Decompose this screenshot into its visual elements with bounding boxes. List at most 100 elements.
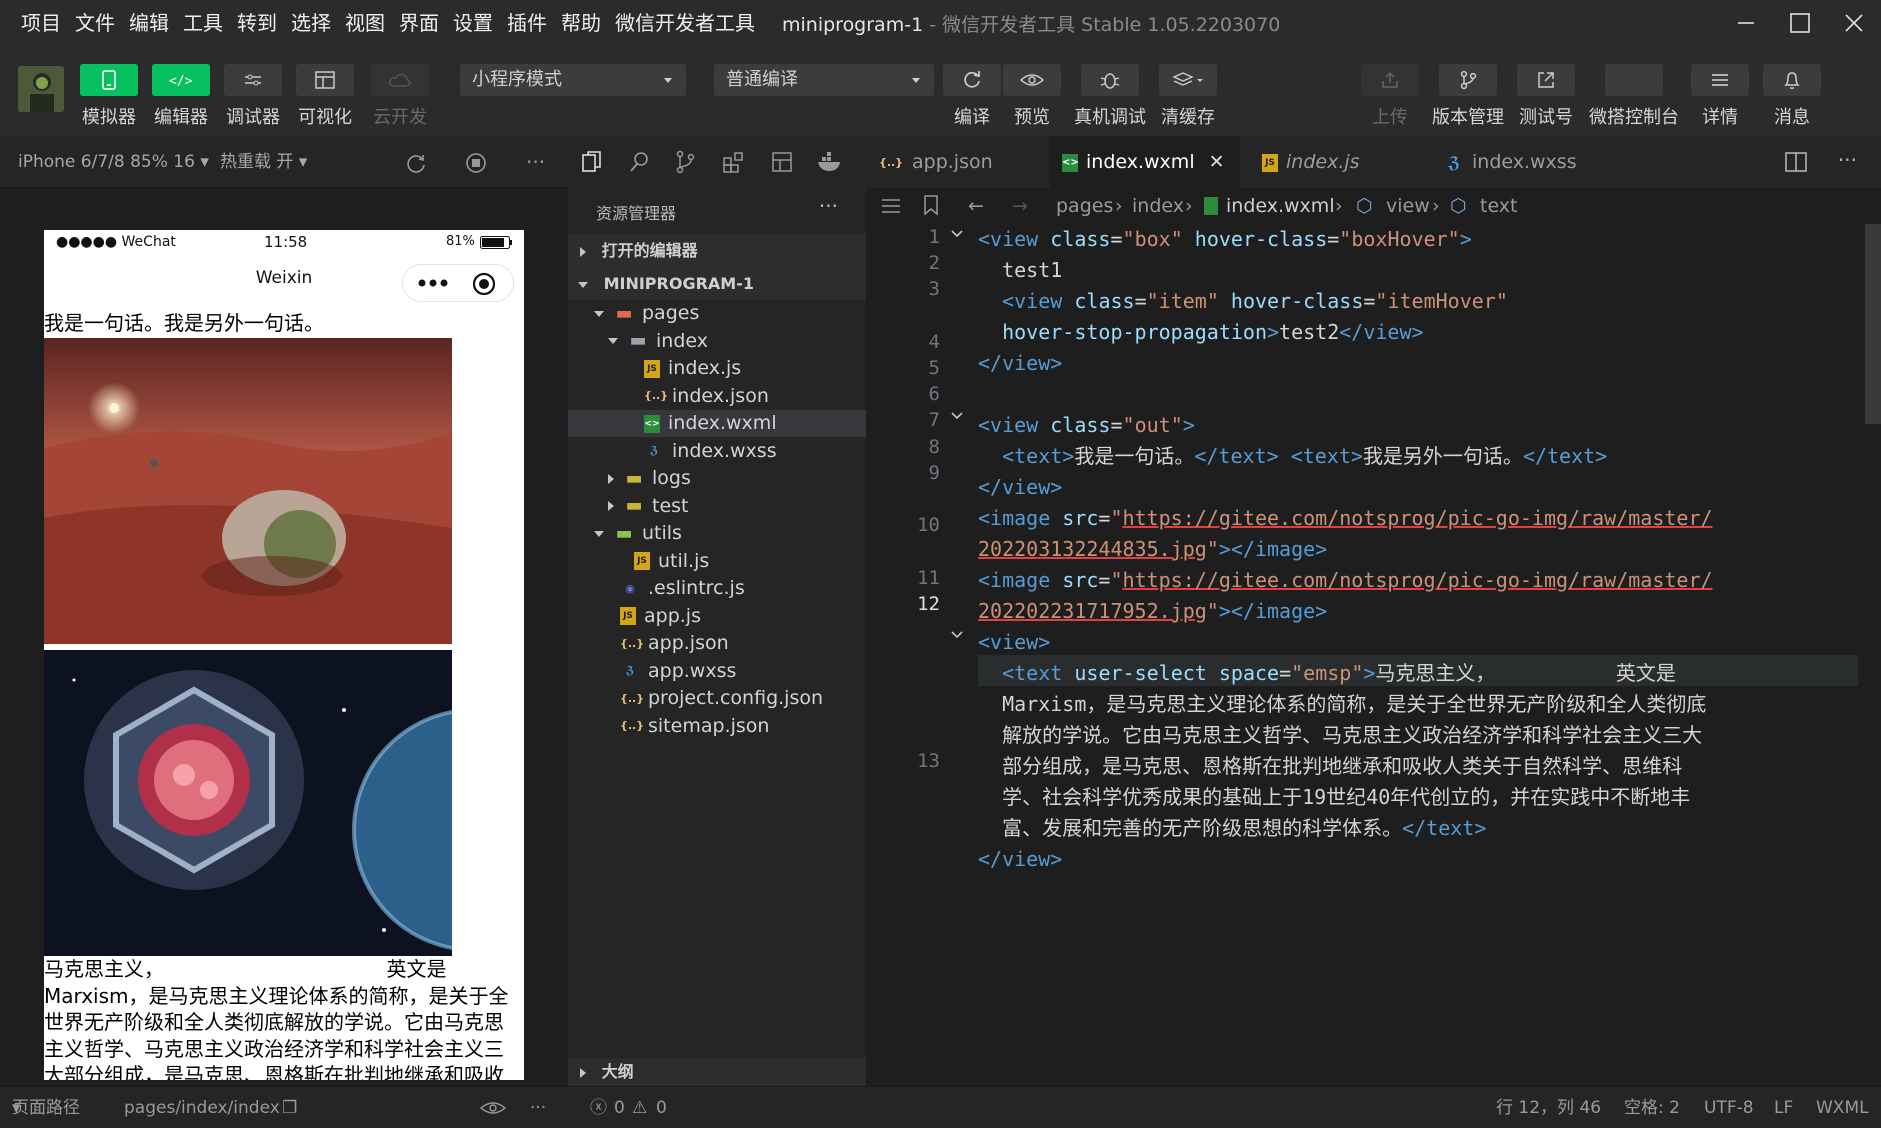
tree-item[interactable]: JS index.js [568, 355, 866, 382]
menu-item[interactable]: 帮助 [554, 0, 608, 46]
menu-item[interactable]: 微信开发者工具 [608, 0, 762, 46]
tree-item[interactable]: ℨindex.wxss [568, 438, 866, 465]
close-window-button[interactable] [1827, 0, 1881, 46]
clear-cache-button[interactable]: 清缓存 [1156, 64, 1220, 129]
explorer-more-icon[interactable]: ··· [819, 194, 838, 218]
split-editor-icon[interactable] [1785, 152, 1807, 172]
tree-item[interactable]: <> index.wxml [568, 410, 866, 437]
wechat-console-button[interactable]: 微搭控制台 [1589, 64, 1679, 129]
crumb-view[interactable]: view [1386, 188, 1430, 224]
crumb-pages[interactable]: pages [1056, 188, 1113, 224]
menu-item[interactable]: 界面 [392, 0, 446, 46]
warning-icon[interactable]: ⚠ [632, 1087, 647, 1128]
test-id-button[interactable]: 测试号 [1514, 64, 1578, 129]
device-debug-button[interactable]: 真机调试 [1074, 64, 1146, 129]
back-arrow-icon[interactable]: ← [968, 188, 984, 224]
bookmark-icon[interactable] [922, 194, 940, 216]
encoding[interactable]: UTF-8 [1704, 1087, 1754, 1128]
tree-item[interactable]: ℨapp.wxss [568, 658, 866, 685]
device-select[interactable]: iPhone 6/7/8 85% 16 ▾ [18, 136, 209, 188]
cloud-db-icon[interactable] [770, 150, 794, 174]
details-button[interactable]: 详情 [1688, 64, 1752, 129]
tree-item[interactable]: ▬ logs [568, 465, 866, 492]
compile-mode-select[interactable]: 普通编译 [714, 64, 934, 96]
outline-list-icon[interactable] [880, 196, 902, 216]
search-icon[interactable] [628, 150, 652, 174]
files-icon[interactable] [580, 150, 604, 174]
tree-item[interactable]: ▬ index [568, 328, 866, 355]
menu-item[interactable]: 视图 [338, 0, 392, 46]
editor-scrollbar[interactable] [1865, 224, 1881, 424]
hot-reload-toggle[interactable]: 热重载 开 ▾ [220, 136, 307, 188]
menu-item[interactable]: 工具 [176, 0, 230, 46]
visual-toggle[interactable]: 可视化 [293, 64, 357, 129]
fold-chevron-icon[interactable] [950, 227, 964, 241]
tab-index-js[interactable]: JS index.js [1250, 136, 1430, 188]
mode-select[interactable]: 小程序模式 [460, 64, 686, 96]
page-path-select[interactable]: 页面路径 ▾ [12, 1087, 80, 1128]
tree-item[interactable]: ▬ pages [568, 300, 866, 327]
crumb-index[interactable]: index [1132, 188, 1184, 224]
outline-section[interactable]: 大纲 [568, 1058, 866, 1086]
tree-item[interactable]: {..} sitemap.json [568, 713, 866, 740]
messages-button[interactable]: 消息 [1760, 64, 1824, 129]
tree-item[interactable]: {..} project.config.json [568, 685, 866, 712]
fold-chevron-icon[interactable] [950, 628, 964, 642]
tree-item[interactable]: {..} index.json [568, 383, 866, 410]
crumb-file[interactable]: index.wxml [1226, 188, 1335, 224]
simulator-toggle[interactable]: 模拟器 [77, 64, 141, 129]
forward-arrow-icon[interactable]: → [1012, 188, 1028, 224]
menu-item[interactable]: 选择 [284, 0, 338, 46]
code-editor[interactable]: 1 2 3 4 5 6 7 8 9 10 11 12 13 <view class="box" hove… [866, 224, 1881, 1086]
tab-app-json[interactable]: {..} app.json [878, 136, 1048, 188]
avatar[interactable] [18, 66, 64, 112]
menu-item[interactable]: 项目 [14, 0, 68, 46]
version-button[interactable]: 版本管理 [1432, 64, 1504, 129]
eye-icon[interactable] [480, 1100, 506, 1116]
more-dots-icon[interactable] [417, 275, 451, 291]
open-editors-section[interactable]: 打开的编辑器 [568, 234, 866, 267]
error-circle-icon[interactable]: ⓧ [590, 1087, 607, 1128]
copy-icon[interactable]: ❐ [282, 1087, 297, 1128]
fold-chevron-icon[interactable] [950, 409, 964, 423]
extensions-icon[interactable] [722, 150, 746, 174]
tab-index-wxss[interactable]: ℨindex.wxss [1432, 136, 1602, 188]
docker-icon[interactable] [816, 150, 844, 174]
cloud-button[interactable]: 云开发 [368, 64, 432, 129]
menu-item[interactable]: 编辑 [122, 0, 176, 46]
minimize-button[interactable] [1719, 0, 1773, 46]
phone-screen[interactable]: ●●●●● WeChat 11:58 81% Weixin 我是一句话。我是另外… [44, 230, 524, 1080]
tree-item[interactable]: ▬ test [568, 493, 866, 520]
more-icon[interactable]: ··· [526, 136, 545, 188]
upload-button[interactable]: 上传 [1358, 64, 1422, 129]
menu-item[interactable]: 文件 [68, 0, 122, 46]
indent-spaces[interactable]: 空格: 2 [1624, 1087, 1680, 1128]
tree-item[interactable]: JS util.js [568, 548, 866, 575]
tree-item[interactable]: {..} app.json [568, 630, 866, 657]
debugger-toggle[interactable]: 调试器 [221, 64, 285, 129]
tab-index-wxml[interactable]: <> index.wxml ✕ [1050, 136, 1240, 188]
capsule-close-icon[interactable] [471, 271, 497, 297]
menu-item[interactable]: 插件 [500, 0, 554, 46]
menu-capsule[interactable] [402, 264, 514, 302]
eol[interactable]: LF [1774, 1087, 1793, 1128]
language-mode[interactable]: WXML [1816, 1087, 1869, 1128]
crumb-text[interactable]: text [1480, 188, 1518, 224]
stop-icon[interactable] [465, 152, 487, 174]
tree-item[interactable]: ◉ .eslintrc.js [568, 575, 866, 602]
cursor-position[interactable]: 行 12，列 46 [1496, 1087, 1601, 1128]
maximize-button[interactable] [1773, 0, 1827, 46]
compile-button[interactable]: 编译 [940, 64, 1004, 129]
editor-toggle[interactable]: </> 编辑器 [149, 64, 213, 129]
tree-item[interactable]: ▬ utils [568, 520, 866, 547]
project-section[interactable]: MINIPROGRAM-1 [568, 267, 866, 300]
statusbar-more-icon[interactable]: ··· [530, 1087, 546, 1128]
editor-more-icon[interactable]: ··· [1838, 148, 1857, 172]
rotate-icon[interactable] [405, 152, 427, 174]
menu-item[interactable]: 转到 [230, 0, 284, 46]
source-control-icon[interactable] [674, 150, 698, 174]
tree-item[interactable]: JS app.js [568, 603, 866, 630]
preview-button[interactable]: 预览 [1000, 64, 1064, 129]
tab-close-icon[interactable]: ✕ [1209, 151, 1225, 173]
menu-item[interactable]: 设置 [446, 0, 500, 46]
